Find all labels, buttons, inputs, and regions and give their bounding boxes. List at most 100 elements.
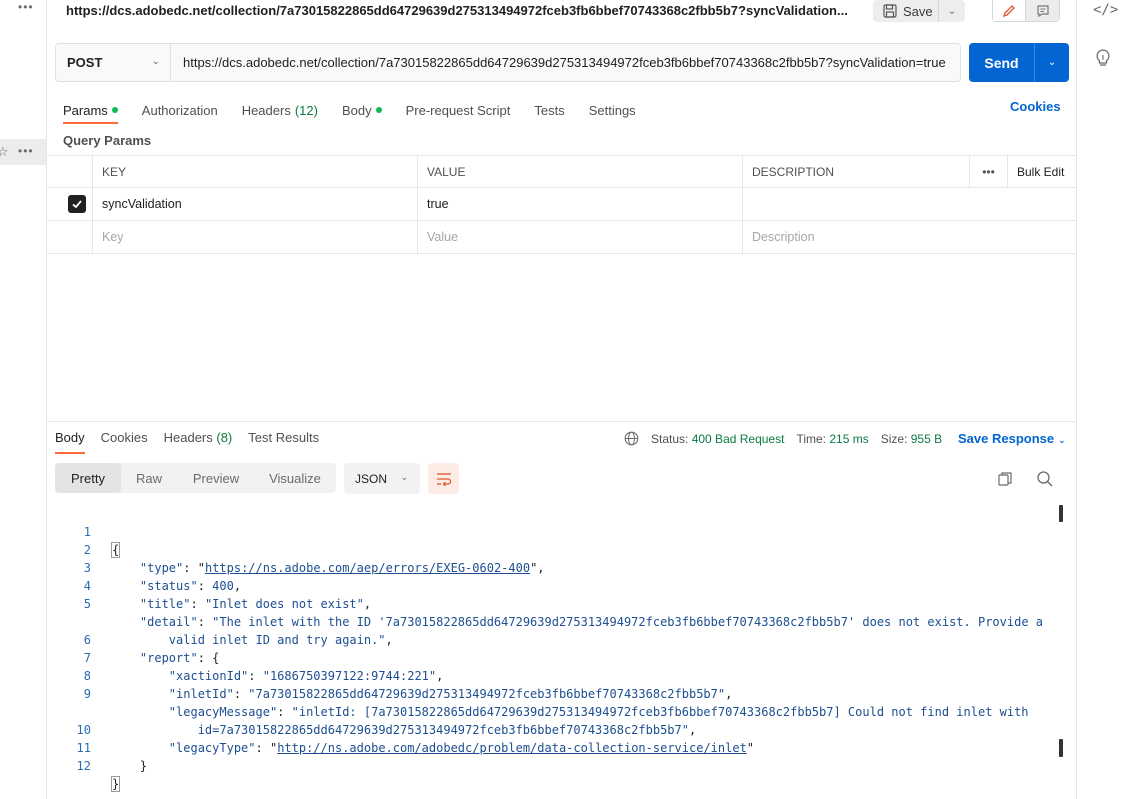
url-value: https://dcs.adobedc.net/collection/7a730… bbox=[183, 55, 946, 70]
send-label[interactable]: Send bbox=[969, 43, 1035, 82]
tab-label: Headers bbox=[241, 102, 291, 118]
query-params-title: Query Params bbox=[63, 133, 152, 148]
code-line: 9 "legacyMessage": "inletId: [7a73015822… bbox=[55, 667, 1065, 719]
tab-response-body[interactable]: Body bbox=[55, 430, 85, 454]
tab-label: Params bbox=[63, 102, 108, 118]
tab-label: Settings bbox=[588, 102, 636, 118]
tab-count: (12) bbox=[294, 102, 318, 118]
param-value-field[interactable]: true bbox=[417, 188, 742, 220]
format-value: JSON bbox=[355, 471, 388, 486]
code-line: 10 "legacyType": "http://ns.adobe.com/ad… bbox=[55, 703, 1065, 755]
code-icon[interactable]: </> bbox=[1093, 2, 1118, 18]
status-value[interactable]: 400 Bad Request bbox=[692, 432, 785, 446]
code-line: 4 "title": "Inlet does not exist", bbox=[55, 559, 1065, 611]
chevron-down-icon: ⌄ bbox=[400, 472, 408, 482]
pane-divider[interactable] bbox=[47, 421, 1076, 422]
code-line: 1 { bbox=[55, 505, 1065, 558]
code-line: valid inlet ID and try again.", bbox=[55, 595, 1065, 647]
line-number: 12 bbox=[76, 759, 91, 773]
row-checkbox-cell bbox=[47, 188, 92, 220]
status-label: Status: bbox=[651, 431, 689, 446]
tab-preview[interactable]: Preview bbox=[177, 463, 255, 493]
send-button[interactable]: Send ⌄ bbox=[969, 43, 1069, 82]
param-key-field[interactable]: syncValidation bbox=[92, 188, 417, 220]
time-value[interactable]: 215 ms bbox=[829, 432, 868, 446]
param-description-field[interactable] bbox=[742, 188, 1076, 220]
line-text: } bbox=[111, 759, 148, 773]
star-icon[interactable]: ☆ bbox=[0, 144, 9, 160]
more-icon[interactable]: ••• bbox=[18, 0, 34, 14]
code-line: 7 "xactionId": "1686750397122:9744:221", bbox=[55, 631, 1065, 683]
bulk-edit-button[interactable]: Bulk Edit bbox=[1007, 156, 1076, 187]
code-line: 11 } bbox=[55, 721, 1065, 773]
new-key-field[interactable]: Key bbox=[92, 221, 417, 253]
save-response-button[interactable]: Save Response ⌄ bbox=[958, 431, 1066, 446]
chevron-down-icon: ⌄ bbox=[1058, 435, 1066, 445]
size-value[interactable]: 955 B bbox=[911, 432, 942, 446]
tab-pretty[interactable]: Pretty bbox=[55, 463, 121, 493]
table-row: syncValidation true bbox=[47, 188, 1076, 221]
more-options-icon[interactable]: ••• bbox=[969, 156, 1007, 187]
comment-icon bbox=[1036, 4, 1049, 17]
request-title-bar: https://dcs.adobedc.net/collection/7a730… bbox=[47, 0, 1076, 24]
response-body-viewer[interactable]: 1 { 2 "type": "https://ns.adobe.com/aep/… bbox=[55, 505, 1065, 792]
tab-label: Body bbox=[341, 102, 372, 118]
tab-visualize[interactable]: Visualize bbox=[255, 463, 335, 493]
globe-icon[interactable] bbox=[624, 431, 639, 446]
tab-params[interactable]: Params bbox=[63, 98, 118, 124]
pencil-icon bbox=[1002, 4, 1015, 17]
more-icon[interactable]: ••• bbox=[18, 144, 34, 158]
column-header-key: KEY bbox=[92, 156, 417, 187]
code-line: 8 "inletId": "7a73015822865dd64729639d27… bbox=[55, 649, 1065, 701]
status-dot-icon bbox=[111, 107, 118, 113]
column-header-value: VALUE bbox=[417, 156, 742, 187]
tab-label: Headers bbox=[163, 430, 213, 445]
tab-label: Tests bbox=[534, 102, 565, 118]
new-value-field[interactable]: Value bbox=[417, 221, 742, 253]
tab-test-results[interactable]: Test Results bbox=[248, 430, 319, 450]
enabled-checkbox[interactable] bbox=[68, 195, 86, 213]
save-button-main[interactable]: Save bbox=[873, 0, 939, 22]
tab-pre-request-script[interactable]: Pre-request Script bbox=[406, 98, 511, 122]
status-dot-icon bbox=[375, 107, 382, 113]
new-description-field[interactable]: Description bbox=[742, 221, 1076, 253]
request-tabs: Params Authorization Headers (12) Body P… bbox=[63, 98, 660, 124]
scrollbar-thumb[interactable] bbox=[1059, 505, 1063, 522]
view-tabs: Pretty Raw Preview Visualize bbox=[55, 463, 336, 493]
tab-response-headers[interactable]: Headers (8) bbox=[164, 430, 233, 450]
scrollbar-thumb[interactable] bbox=[1059, 739, 1063, 757]
format-select[interactable]: JSON ⌄ bbox=[344, 463, 420, 494]
request-title[interactable]: https://dcs.adobedc.net/collection/7a730… bbox=[66, 3, 848, 18]
right-sidebar: </> bbox=[1076, 0, 1134, 799]
save-label: Save bbox=[903, 3, 933, 19]
wrap-lines-icon bbox=[436, 472, 451, 486]
copy-icon[interactable] bbox=[996, 470, 1014, 488]
lightbulb-icon[interactable] bbox=[1094, 48, 1112, 68]
method-select[interactable]: POST ⌄ bbox=[55, 43, 171, 82]
left-sidebar: ••• ☆ ••• bbox=[0, 0, 47, 799]
search-icon[interactable] bbox=[1036, 470, 1054, 488]
table-row: Key Value Description bbox=[47, 221, 1076, 254]
cookies-link[interactable]: Cookies bbox=[1010, 99, 1061, 114]
tab-authorization[interactable]: Authorization bbox=[142, 98, 218, 122]
code-line: 2 "type": "https://ns.adobe.com/aep/erro… bbox=[55, 523, 1065, 575]
save-response-label: Save Response bbox=[958, 431, 1055, 446]
method-value: POST bbox=[67, 55, 103, 70]
tab-tests[interactable]: Tests bbox=[534, 98, 564, 122]
line-text: } bbox=[111, 776, 121, 792]
url-input[interactable]: https://dcs.adobedc.net/collection/7a730… bbox=[170, 43, 961, 82]
tab-settings[interactable]: Settings bbox=[589, 98, 636, 122]
edit-mode-button[interactable] bbox=[993, 0, 1027, 21]
tab-raw[interactable]: Raw bbox=[121, 463, 177, 493]
tab-response-cookies[interactable]: Cookies bbox=[101, 430, 148, 450]
chevron-down-icon[interactable]: ⌄ bbox=[1035, 43, 1069, 82]
wrap-lines-button[interactable] bbox=[428, 463, 459, 494]
tab-body[interactable]: Body bbox=[342, 98, 382, 122]
save-button[interactable]: Save ⌄ bbox=[873, 0, 965, 22]
table-header-cell bbox=[47, 156, 92, 187]
chevron-down-icon[interactable]: ⌄ bbox=[939, 6, 965, 17]
tab-headers[interactable]: Headers (12) bbox=[242, 98, 318, 122]
response-meta: Status: 400 Bad Request Time: 215 ms Siz… bbox=[624, 431, 942, 446]
comments-mode-button[interactable] bbox=[1026, 0, 1059, 21]
save-icon bbox=[883, 4, 897, 18]
